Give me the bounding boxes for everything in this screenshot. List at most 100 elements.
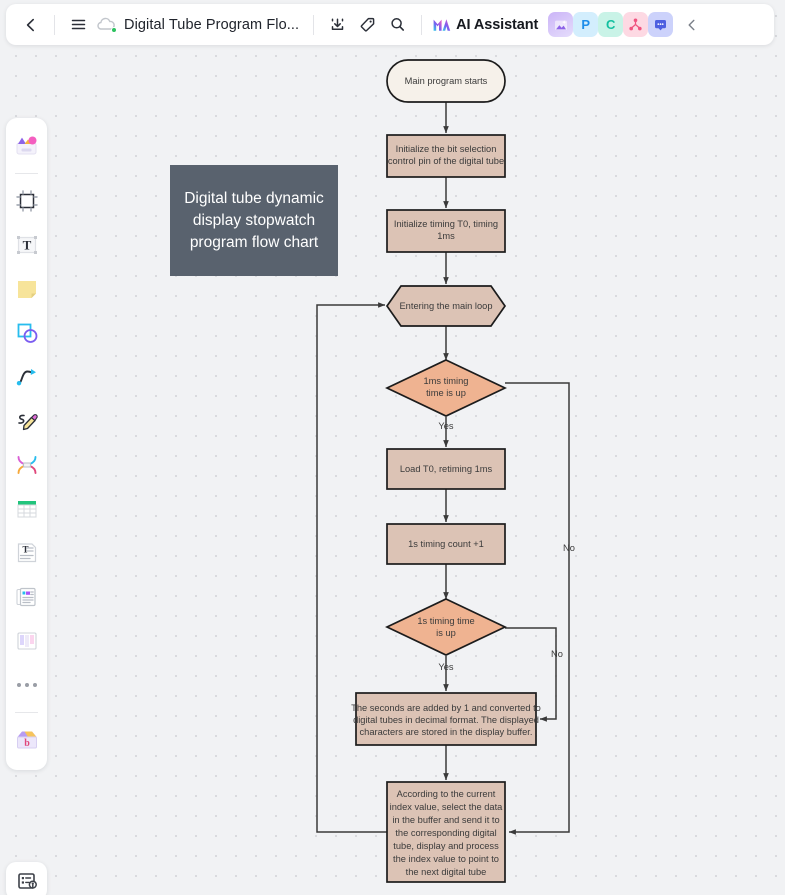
flowchart: Main program starts Initialize the bit s… xyxy=(316,59,575,883)
pen-tool[interactable] xyxy=(8,400,45,442)
node-label: Main program starts xyxy=(405,76,488,86)
menu-button[interactable] xyxy=(63,10,93,40)
whiteboard-app: Digital Tube Program Flo... AI Assistant… xyxy=(0,0,785,895)
mind-map-tool[interactable] xyxy=(8,444,45,486)
presentation-applet[interactable]: P xyxy=(573,12,599,37)
more-tools[interactable] xyxy=(8,664,45,706)
node-label: 1s timing count +1 xyxy=(408,539,484,549)
tag-icon xyxy=(360,17,374,32)
node-label: Entering the main loop xyxy=(399,301,492,311)
card-tool[interactable] xyxy=(8,576,45,618)
mindmap-applet[interactable] xyxy=(623,12,649,37)
ellipsis-icon xyxy=(16,683,37,687)
edge-dec1ms-no-branch xyxy=(505,382,570,835)
svg-text:T: T xyxy=(22,545,28,555)
node-display-scan-digital-tube[interactable]: According to the current index value, se… xyxy=(386,781,506,883)
node-label-line-1: 1s timing time xyxy=(417,616,474,626)
collapse-panel-button[interactable] xyxy=(677,10,707,40)
search-button[interactable] xyxy=(382,10,412,40)
image-sparkle-icon xyxy=(554,19,567,30)
note-pin-icon xyxy=(17,873,37,889)
rail-divider xyxy=(15,173,38,174)
node-label: Load T0, retiming 1ms xyxy=(400,464,493,474)
node-label-line-6: the index value to point to xyxy=(393,854,499,864)
node-label-line-1: Initialize the bit selection xyxy=(396,144,497,154)
image-generator-applet[interactable] xyxy=(548,12,574,37)
shapes-library-icon xyxy=(16,136,37,154)
connector-tool[interactable] xyxy=(8,356,45,398)
svg-text:T: T xyxy=(22,238,31,253)
node-label-line-1: According to the current xyxy=(397,789,496,799)
templates-tool[interactable] xyxy=(8,125,45,167)
frame-icon xyxy=(15,190,38,212)
node-label-line-5: tube, display and process xyxy=(393,841,499,851)
ai-assistant-button[interactable]: AI Assistant xyxy=(431,14,538,35)
edge-label-yes-1ms: Yes xyxy=(438,421,454,431)
document-tool[interactable]: T xyxy=(8,532,45,574)
edge-label-yes-1s: Yes xyxy=(438,662,454,672)
node-decision-1ms-timing-up[interactable]: 1ms timing time is up xyxy=(385,359,507,417)
node-label-line-3: characters are stored in the display buf… xyxy=(360,727,533,737)
top-toolbar: Digital Tube Program Flo... AI Assistant… xyxy=(6,4,774,45)
cards-stack-icon xyxy=(15,587,36,607)
chevron-left-icon xyxy=(688,19,695,30)
frame-tool[interactable] xyxy=(8,180,45,222)
cloud-sync-status xyxy=(95,14,117,36)
chat-bubble-icon xyxy=(655,20,667,31)
node-label-line-2: control pin of the digital tube xyxy=(388,156,504,166)
edge-display-to-loop xyxy=(316,302,387,833)
table-icon xyxy=(17,501,36,518)
back-button[interactable] xyxy=(16,10,46,40)
text-box-icon: T xyxy=(16,236,37,254)
kanban-tool[interactable] xyxy=(8,620,45,662)
canva-applet[interactable]: C xyxy=(598,12,624,37)
sticky-note-icon xyxy=(17,281,36,298)
document-title[interactable]: Digital Tube Program Flo... xyxy=(124,17,299,33)
node-label-line-2: 1ms xyxy=(437,231,455,241)
plugins-tool[interactable]: b xyxy=(8,719,45,761)
tool-rail: T T b xyxy=(6,118,47,770)
node-label-line-1: 1ms timing xyxy=(424,376,469,386)
curved-arrow-icon xyxy=(16,369,36,386)
search-icon xyxy=(391,18,404,31)
ai-assistant-logo xyxy=(433,19,451,31)
node-initialize-timing-t0[interactable]: Initialize timing T0, timing 1ms xyxy=(386,209,506,253)
node-label-line-2: digital tubes in decimal format. The dis… xyxy=(353,715,539,725)
chevron-left-icon xyxy=(26,18,34,31)
kanban-board-icon xyxy=(16,632,37,650)
edge-label-no-1s: No xyxy=(551,649,563,659)
text-tool[interactable]: T xyxy=(8,224,45,266)
shape-tool[interactable] xyxy=(8,312,45,354)
hamburger-menu-icon xyxy=(71,19,85,30)
chat-applet[interactable] xyxy=(648,12,674,37)
sync-status-dot xyxy=(111,26,117,33)
svg-text:b: b xyxy=(24,738,30,749)
node-decision-1s-timing-up[interactable]: 1s timing time is up xyxy=(385,598,507,656)
node-1s-timing-count-plus-1[interactable]: 1s timing count +1 xyxy=(386,523,506,565)
node-label-line-1: The seconds are added by 1 and converted… xyxy=(351,703,541,713)
toolbar-divider-1 xyxy=(54,14,55,35)
node-label-line-2: index value, select the data xyxy=(390,802,503,812)
mindmap-node-icon xyxy=(629,18,642,31)
node-label-line-4: the corresponding digital xyxy=(395,828,496,838)
text-document-icon: T xyxy=(17,543,36,563)
export-button[interactable] xyxy=(322,10,352,40)
node-load-t0-retiming[interactable]: Load T0, retiming 1ms xyxy=(386,448,506,490)
node-label-line-2: is up xyxy=(436,628,456,638)
table-tool[interactable] xyxy=(8,488,45,530)
node-label-line-2: time is up xyxy=(426,388,466,398)
node-seconds-increment-convert[interactable]: The seconds are added by 1 and converted… xyxy=(351,692,541,746)
toolbar-divider-2 xyxy=(313,14,315,35)
tag-button[interactable] xyxy=(352,10,382,40)
notes-button[interactable] xyxy=(6,862,47,895)
mindmap-node-icon xyxy=(17,456,36,474)
node-label-line-3: in the buffer and send it to xyxy=(392,815,499,825)
node-main-program-starts[interactable]: Main program starts xyxy=(386,59,506,103)
plugin-box-icon: b xyxy=(16,731,37,749)
toolbar-divider-3 xyxy=(421,14,423,35)
edge-label-no-1ms: No xyxy=(563,543,575,553)
node-entering-the-main-loop[interactable]: Entering the main loop xyxy=(385,285,507,327)
node-initialize-bit-selection-pin[interactable]: Initialize the bit selection control pin… xyxy=(386,134,506,178)
square-circle-icon xyxy=(17,323,37,343)
sticky-note-tool[interactable] xyxy=(8,268,45,310)
